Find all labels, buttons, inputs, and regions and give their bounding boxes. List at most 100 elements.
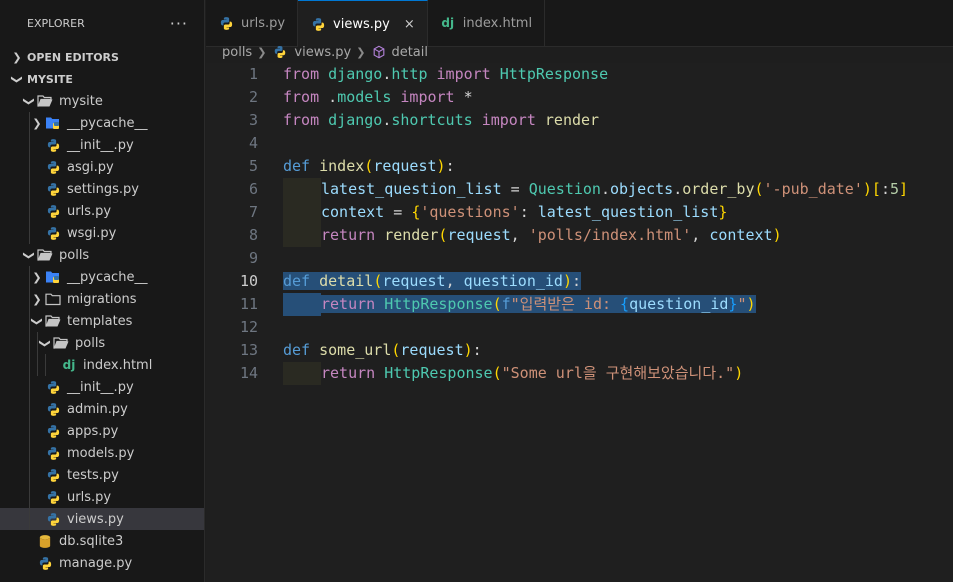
tree-item-label: manage.py <box>59 555 133 571</box>
code-token: * <box>454 88 473 106</box>
code-token: . <box>319 88 338 106</box>
code-token: context <box>709 226 773 244</box>
code-token: : <box>880 180 890 198</box>
tree-item-mysite[interactable]: ❯ mysite <box>0 90 204 112</box>
tree-item-index-html[interactable]: dj index.html <box>0 354 204 376</box>
more-actions-icon[interactable]: ··· <box>170 14 188 33</box>
tree-item-urls-py[interactable]: urls.py <box>0 486 204 508</box>
code-line: 12 <box>206 316 953 339</box>
explorer-header: EXPLORER ··· <box>0 0 204 46</box>
tree-item-pycache[interactable]: ❯ __pycache__ <box>0 112 204 134</box>
tree-item-db-sqlite3[interactable]: db.sqlite3 <box>0 530 204 552</box>
chevron-down-icon[interactable]: ❯ <box>23 248 36 262</box>
open-editors-section[interactable]: ❯ OPEN EDITORS <box>0 46 204 68</box>
text-selection: def detail(request, question_id): <box>283 272 582 290</box>
code-token: order_by <box>682 180 755 198</box>
python-icon <box>309 16 327 32</box>
tree-item-label: mysite <box>59 93 103 109</box>
code-token: ) <box>562 272 572 290</box>
code-token: question_id <box>463 272 563 290</box>
explorer-sidebar: EXPLORER ··· ❯ OPEN EDITORS ❯ MYSITE ❯ my… <box>0 0 205 582</box>
project-label: MYSITE <box>27 72 73 86</box>
chevron-right-icon[interactable]: ❯ <box>30 117 44 130</box>
tree-item-polls[interactable]: ❯ polls <box>0 332 204 354</box>
tree-item-settings-py[interactable]: settings.py <box>0 178 204 200</box>
line-number: 7 <box>248 203 258 221</box>
code-token: ( <box>492 295 502 313</box>
code-token: } <box>718 203 728 221</box>
code-token: from <box>283 111 320 129</box>
line-number: 2 <box>248 88 258 106</box>
tree-item-templates[interactable]: ❯ templates <box>0 310 204 332</box>
python-icon <box>44 445 62 461</box>
tree-item-label: urls.py <box>67 489 112 505</box>
chevron-right-icon[interactable]: ❯ <box>30 293 44 306</box>
python-icon <box>44 181 62 197</box>
code-editor[interactable]: 1 from django.http import HttpResponse 2 fr… <box>206 63 953 582</box>
indent-guide <box>29 398 30 420</box>
indent-guide <box>29 376 30 398</box>
line-number: 11 <box>239 295 258 313</box>
chevron-down-icon[interactable]: ❯ <box>23 94 36 108</box>
code-text: from .models import * <box>283 86 953 109</box>
tree-item-tests-py[interactable]: tests.py <box>0 464 204 486</box>
tab-index-html[interactable]: dj index.html <box>427 0 546 46</box>
tree-item-asgi-py[interactable]: asgi.py <box>0 156 204 178</box>
code-token: f <box>501 295 511 313</box>
indent-guide <box>29 486 30 508</box>
tree-item-polls[interactable]: ❯ polls <box>0 244 204 266</box>
tree-item-label: views.py <box>67 511 124 527</box>
code-token: = <box>384 203 412 221</box>
code-token: return <box>321 364 376 382</box>
tab-bar: urls.py views.py × dj index.html <box>206 0 953 47</box>
tab-views-py[interactable]: views.py × <box>298 0 428 47</box>
python-icon <box>44 225 62 241</box>
tree-item-migrations[interactable]: ❯ migrations <box>0 288 204 310</box>
tree-item-urls-py[interactable]: urls.py <box>0 200 204 222</box>
breadcrumb-file[interactable]: views.py <box>294 45 351 60</box>
code-token: , <box>510 226 529 244</box>
python-icon <box>44 203 62 219</box>
project-section[interactable]: ❯ MYSITE <box>0 68 204 90</box>
python-folder-icon <box>44 115 62 131</box>
chevron-down-icon[interactable]: ❯ <box>39 336 52 350</box>
line-number: 4 <box>248 134 258 152</box>
code-token: latest_question_list <box>537 203 719 221</box>
folder-open-icon <box>44 313 62 329</box>
python-icon <box>44 401 62 417</box>
tree-item-init-py[interactable]: __init__.py <box>0 134 204 156</box>
line-number: 12 <box>239 318 258 336</box>
line-number: 8 <box>248 226 258 244</box>
tree-item-views-py[interactable]: views.py <box>0 508 204 530</box>
code-token: latest_question_list <box>321 180 502 198</box>
tree-item-manage-py[interactable]: manage.py <box>0 552 204 574</box>
chevron-right-icon[interactable]: ❯ <box>30 271 44 284</box>
code-token: HttpResponse <box>384 295 493 313</box>
indent-guide <box>37 354 38 376</box>
tree-item-init-py[interactable]: __init__.py <box>0 376 204 398</box>
close-icon[interactable]: × <box>404 17 415 32</box>
tree-item-label: asgi.py <box>67 159 114 175</box>
tree-item-label: apps.py <box>67 423 119 439</box>
breadcrumb-folder[interactable]: polls <box>222 45 252 60</box>
tree-item-admin-py[interactable]: admin.py <box>0 398 204 420</box>
code-token: objects <box>610 180 674 198</box>
tree-item-apps-py[interactable]: apps.py <box>0 420 204 442</box>
chevron-down-icon[interactable]: ❯ <box>31 314 44 328</box>
tree-item-models-py[interactable]: models.py <box>0 442 204 464</box>
tree-item-wsgi-py[interactable]: wsgi.py <box>0 222 204 244</box>
code-token: request <box>400 341 464 359</box>
code-token: render <box>544 111 600 129</box>
chevron-down-icon: ❯ <box>10 74 24 84</box>
code-token: def <box>283 341 311 359</box>
tab-urls-py[interactable]: urls.py <box>206 0 299 46</box>
tree-item-pycache[interactable]: ❯ __pycache__ <box>0 266 204 288</box>
code-text: def detail(request, question_id): <box>283 270 953 293</box>
breadcrumb-symbol[interactable]: detail <box>391 45 428 60</box>
